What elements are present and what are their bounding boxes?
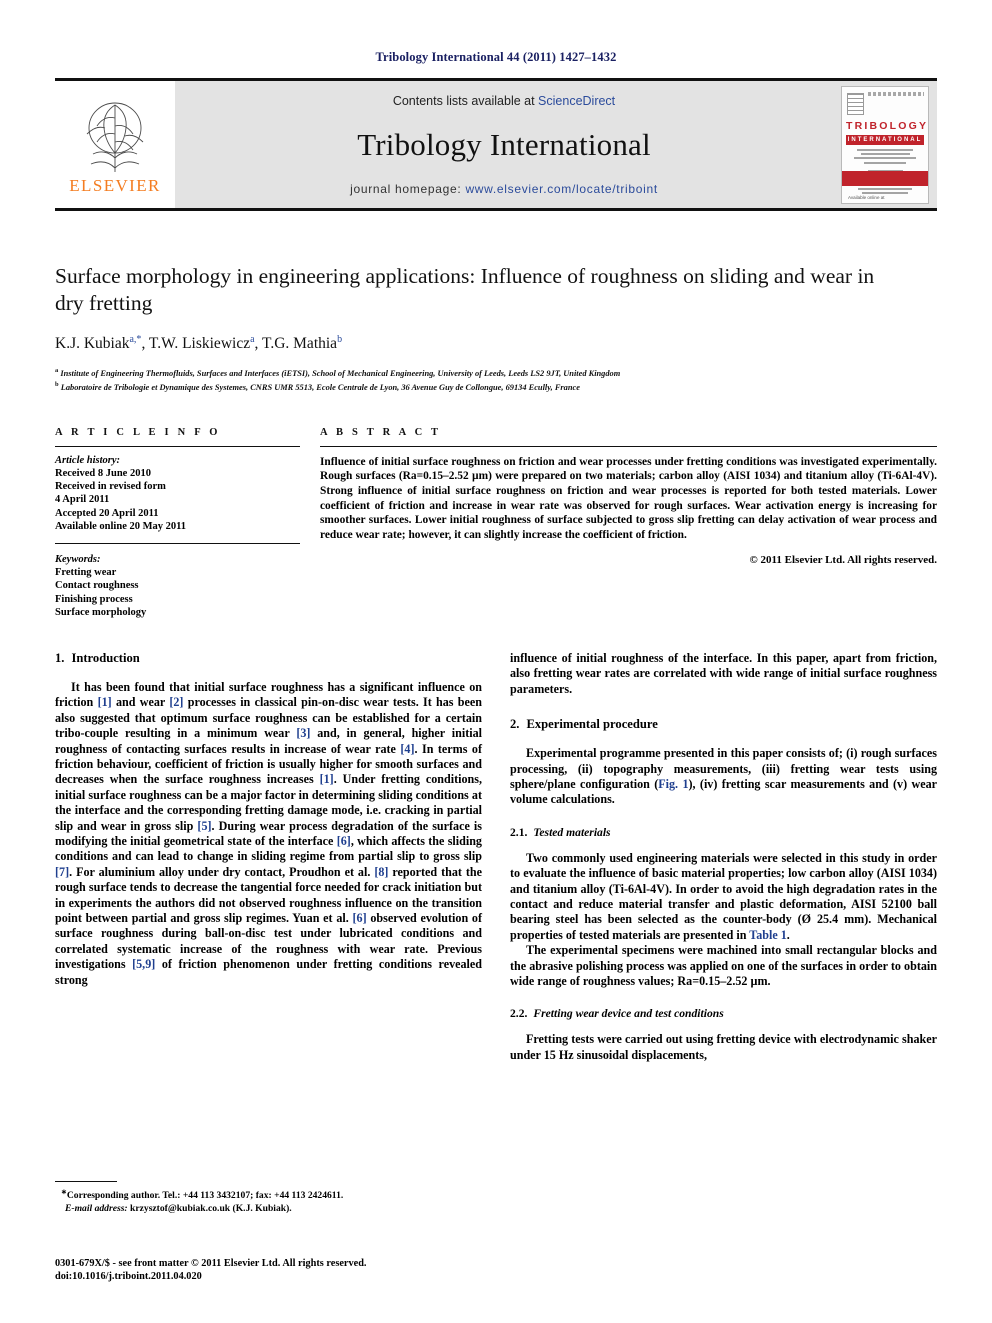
history-item: Received 8 June 2010 (55, 467, 151, 479)
journal-masthead: ELSEVIER Contents lists available at Sci… (55, 78, 937, 211)
experimental-paragraph: Experimental programme presented in this… (510, 746, 937, 807)
subsection-title: Tested materials (533, 825, 611, 839)
homepage-prefix: journal homepage: (350, 182, 466, 196)
author-2-marks: a (250, 334, 255, 345)
author-1-marks: a,* (129, 334, 142, 345)
table-link[interactable]: Table 1 (749, 928, 787, 942)
article-info-top-rule (55, 445, 300, 447)
abstract-top-rule (320, 445, 937, 447)
email-address[interactable]: krzysztof@kubiak.co.uk (K.J. Kubiak). (128, 1203, 292, 1214)
abstract-heading: A B S T R A C T (320, 426, 442, 438)
keywords-label: Keywords: (55, 553, 101, 565)
keyword-item: Fretting wear (55, 567, 117, 579)
abstract-column: A B S T R A C T Influence of initial sur… (320, 427, 937, 619)
affiliation-a: a Institute of Engineering Thermofluids,… (55, 367, 621, 378)
body-column-left: 1. Introduction It has been found that in… (55, 651, 482, 1063)
subsection-title: Fretting wear device and test conditions (533, 1007, 724, 1021)
page-title: Surface morphology in engineering applic… (55, 264, 875, 315)
history-item: Received in revised form (55, 481, 166, 493)
subsection-number: 2.1. (510, 825, 528, 839)
history-item: Available online 20 May 2011 (55, 520, 187, 532)
citation-ref[interactable]: [1] (320, 772, 334, 786)
footer-doi[interactable]: doi:10.1016/j.triboint.2011.04.020 (55, 1270, 367, 1283)
author-3-marks: b (337, 334, 343, 345)
introduction-paragraph-continued: influence of initial roughness of the in… (510, 650, 937, 696)
citation-ref[interactable]: [3] (296, 726, 310, 740)
fretting-device-paragraph: Fretting tests were carried out using fr… (510, 1032, 937, 1062)
sciencedirect-link[interactable]: ScienceDirect (538, 94, 615, 108)
cover-footer-text: Available online at (848, 194, 885, 200)
keyword-item: Surface morphology (55, 606, 147, 618)
author-list: K.J. Kubiaka,*, T.W. Liskiewicza, T.G. M… (55, 334, 343, 353)
footer-front-matter: 0301-679X/$ - see front matter © 2011 El… (55, 1258, 367, 1269)
history-item: 4 April 2011 (55, 494, 110, 506)
subsection-heading-tested-materials: 2.1. Tested materials (510, 826, 937, 839)
tested-materials-paragraph-2: The experimental specimens were machined… (510, 943, 937, 989)
author-2: T.W. Liskiewicza (148, 334, 255, 353)
journal-cover-thumbnail[interactable]: TRIBOLOGY INTERNATIONAL Available online… (841, 85, 929, 204)
cover-header-rule (868, 91, 924, 96)
contents-available-line: Contents lists available at ScienceDirec… (393, 94, 615, 108)
journal-cover-container: TRIBOLOGY INTERNATIONAL Available online… (833, 81, 937, 208)
cover-publisher-badge-icon (847, 92, 864, 115)
citation-ref[interactable]: [7] (55, 865, 69, 879)
cover-title-sub: INTERNATIONAL (846, 134, 924, 145)
citation-ref[interactable]: [6] (337, 834, 351, 848)
elsevier-logo: ELSEVIER (55, 81, 175, 208)
elsevier-wordmark: ELSEVIER (69, 175, 161, 195)
article-history: Article history: Received 8 June 2010 Re… (55, 454, 300, 535)
cover-title-main: TRIBOLOGY (846, 119, 929, 132)
section-heading-introduction: 1. Introduction (55, 651, 482, 666)
section-title: Introduction (71, 650, 140, 665)
footnote-rule (55, 1180, 117, 1182)
citation-ref[interactable]: [5] (197, 819, 211, 833)
article-history-label: Article history: (55, 454, 121, 466)
subsection-number: 2.2. (510, 1007, 528, 1021)
paper-page: Tribology International 44 (2011) 1427–1… (0, 0, 992, 1323)
subsection-heading-fretting-device: 2.2. Fretting wear device and test condit… (510, 1007, 937, 1020)
affiliation-b: b Laboratoire de Tribologie et Dynamique… (55, 381, 580, 393)
running-head: Tribology International 44 (2011) 1427–1… (375, 50, 617, 64)
section-number: 2. (510, 717, 520, 732)
journal-title: Tribology International (357, 127, 651, 162)
keywords-block: Keywords: Fretting wear Contact roughnes… (55, 553, 300, 619)
introduction-paragraph: It has been found that initial surface r… (55, 679, 483, 987)
author-1: K.J. Kubiaka,* (55, 334, 142, 353)
tested-materials-paragraph-1: Two commonly used engineering materials … (510, 850, 937, 942)
email-label: E-mail address: (65, 1202, 128, 1214)
keyword-item: Contact roughness (55, 580, 139, 592)
article-info-heading: A R T I C L E I N F O (55, 426, 221, 438)
abstract-copyright: © 2011 Elsevier Ltd. All rights reserved… (749, 554, 937, 567)
citation-ref[interactable]: [5,9] (132, 957, 155, 971)
section-heading-experimental: 2. Experimental procedure (510, 717, 937, 732)
elsevier-tree-icon (86, 102, 144, 172)
section-title: Experimental procedure (526, 717, 658, 732)
article-info-mid-rule (55, 542, 300, 544)
journal-homepage-link[interactable]: www.elsevier.com/locate/triboint (465, 182, 657, 196)
section-number: 1. (55, 650, 65, 665)
contents-prefix: Contents lists available at (392, 94, 539, 108)
corresponding-author-note: ∗Corresponding author. Tel.: +44 113 343… (61, 1187, 344, 1214)
author-3: T.G. Mathiab (262, 334, 343, 353)
affiliation-list: a Institute of Engineering Thermofluids,… (55, 365, 937, 394)
info-abstract-block: A R T I C L E I N F O Article history: R… (55, 427, 937, 619)
citation-ref[interactable]: [4] (400, 742, 414, 756)
citation-ref[interactable]: [6] (353, 911, 367, 925)
keyword-item: Finishing process (55, 593, 133, 605)
body-column-right: influence of initial roughness of the in… (510, 651, 937, 1063)
footnote-block: ∗Corresponding author. Tel.: +44 113 343… (55, 1180, 482, 1215)
article-info-column: A R T I C L E I N F O Article history: R… (55, 427, 300, 619)
page-footer: 0301-679X/$ - see front matter © 2011 El… (55, 1257, 367, 1283)
cover-accent-band (842, 170, 928, 186)
body-columns: 1. Introduction It has been found that in… (55, 651, 937, 1063)
citation-ref[interactable]: [2] (169, 695, 183, 709)
citation-ref[interactable]: [1] (98, 695, 112, 709)
journal-homepage-line: journal homepage: www.elsevier.com/locat… (350, 182, 658, 196)
masthead-center: Contents lists available at ScienceDirec… (175, 81, 833, 208)
figure-link[interactable]: Fig. 1 (658, 777, 688, 791)
history-item: Accepted 20 April 2011 (55, 507, 159, 519)
citation-ref[interactable]: [8] (374, 865, 388, 879)
abstract-text: Influence of initial surface roughness o… (320, 455, 937, 541)
